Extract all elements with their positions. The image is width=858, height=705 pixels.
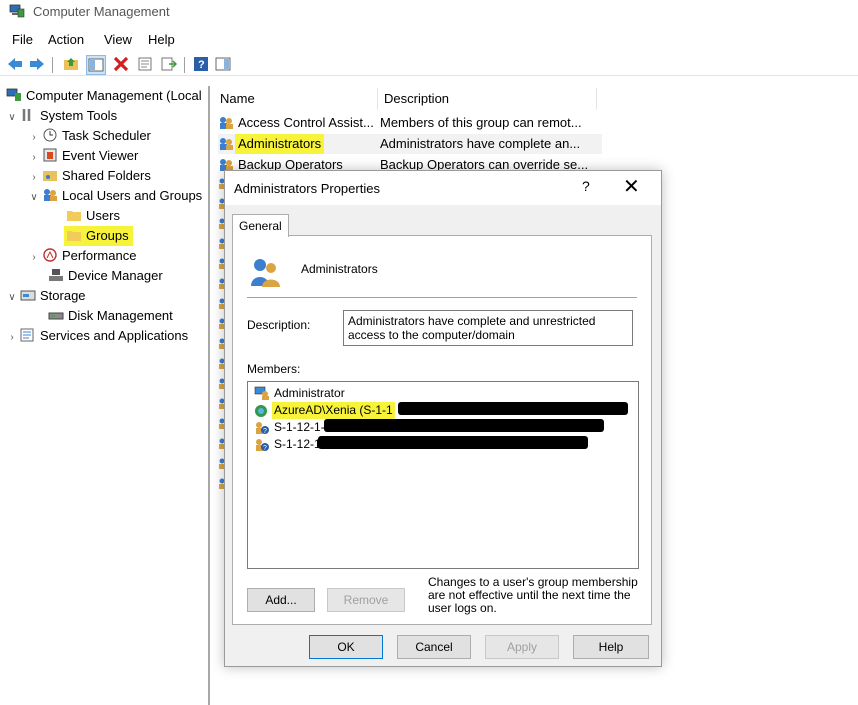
tree-item-groups[interactable]: Groups: [64, 226, 133, 246]
svg-text:?: ?: [198, 59, 205, 71]
tree-item-system-tools[interactable]: ∨ System Tools: [6, 106, 117, 126]
services-icon: [20, 328, 34, 342]
cancel-button[interactable]: Cancel: [397, 635, 471, 659]
group-icon: [220, 117, 233, 129]
azure-user-icon: [255, 405, 267, 417]
clock-icon: [43, 128, 57, 142]
remove-button[interactable]: Remove: [327, 588, 405, 612]
tree-item-computer-management[interactable]: Computer Management (Local: [4, 86, 202, 106]
computer-management-icon: [9, 4, 25, 18]
tree-item-users[interactable]: Users: [64, 206, 120, 226]
dialog-help-button[interactable]: ?: [582, 178, 590, 194]
menu-view[interactable]: View: [104, 32, 132, 47]
members-label: Members:: [247, 362, 301, 376]
svg-text:?: ?: [263, 445, 267, 452]
column-header-description[interactable]: Description: [384, 91, 449, 106]
device-manager-icon: [49, 269, 63, 281]
list-item-administrators[interactable]: Administrators Administrators have compl…: [218, 134, 602, 154]
menu-file[interactable]: File: [12, 32, 33, 47]
tree-item-device-manager[interactable]: Device Manager: [46, 266, 163, 286]
tree-item-shared-folders[interactable]: › Shared Folders: [28, 166, 151, 186]
chevron-right-icon[interactable]: ›: [6, 328, 18, 348]
pane-splitter[interactable]: [208, 86, 210, 705]
redaction-mark: [398, 402, 628, 415]
window-title-bar: Computer Management: [0, 0, 858, 24]
unknown-user-icon: ?: [256, 439, 269, 452]
help-button[interactable]: Help: [573, 635, 649, 659]
window-title: Computer Management: [33, 4, 170, 19]
properties-icon[interactable]: [136, 55, 154, 73]
menu-help[interactable]: Help: [148, 32, 175, 47]
tree-item-task-scheduler[interactable]: › Task Scheduler: [28, 126, 151, 146]
export-list-icon[interactable]: [160, 55, 178, 73]
tree-item-local-users-groups[interactable]: ∨ Local Users and Groups: [28, 186, 202, 206]
folder-icon: [67, 211, 81, 221]
column-header-name[interactable]: Name: [220, 91, 255, 106]
storage-icon: [20, 290, 36, 301]
tree-item-storage[interactable]: ∨ Storage: [6, 286, 85, 308]
list-item[interactable]: Access Control Assist... Members of this…: [218, 113, 602, 133]
members-list[interactable]: Administrator AzureAD\Xenia (S-1-1 ? S-1…: [247, 381, 639, 569]
chevron-down-icon[interactable]: ∨: [6, 288, 18, 308]
up-folder-icon[interactable]: [62, 55, 80, 73]
show-hide-tree-icon[interactable]: [86, 55, 106, 75]
performance-icon: [43, 248, 57, 262]
tree-item-event-viewer[interactable]: › Event Viewer: [28, 146, 138, 166]
forward-icon[interactable]: [28, 55, 46, 73]
general-tab-panel: Administrators Description: Administrato…: [232, 235, 652, 625]
action-pane-icon[interactable]: [214, 55, 232, 73]
chevron-right-icon[interactable]: ›: [28, 248, 40, 268]
chevron-right-icon[interactable]: ›: [28, 168, 40, 188]
chevron-down-icon[interactable]: ∨: [6, 108, 18, 128]
group-icon: [251, 259, 280, 287]
delete-icon[interactable]: [112, 55, 130, 73]
chevron-right-icon[interactable]: ›: [28, 128, 40, 148]
back-icon[interactable]: [6, 55, 24, 73]
menu-action[interactable]: Action: [48, 32, 84, 47]
redaction-mark: [324, 419, 604, 432]
svg-text:?: ?: [263, 428, 267, 435]
user-icon: [254, 386, 269, 400]
divider: [247, 297, 637, 298]
dialog-close-button[interactable]: ✕: [623, 174, 640, 199]
event-viewer-icon: [43, 148, 57, 162]
dialog-title-bar: Administrators Properties ? ✕: [225, 171, 661, 205]
chevron-right-icon[interactable]: ›: [28, 148, 40, 168]
membership-note: Changes to a user's group membership are…: [428, 575, 638, 615]
ok-button[interactable]: OK: [309, 635, 383, 659]
tools-icon: [22, 109, 31, 121]
chevron-down-icon[interactable]: ∨: [28, 188, 40, 208]
tab-general[interactable]: General: [232, 214, 289, 237]
console-tree: Computer Management (Local ∨ System Tools…: [0, 86, 210, 705]
tree-item-disk-management[interactable]: Disk Management: [46, 306, 173, 326]
help-icon[interactable]: ?: [192, 55, 210, 73]
description-label: Description:: [247, 318, 311, 332]
dialog-title: Administrators Properties: [234, 181, 380, 196]
redaction-mark: [318, 436, 588, 449]
tree-item-services-apps[interactable]: › Services and Applications: [6, 326, 188, 346]
group-icon: [220, 138, 233, 150]
computer-management-icon: [6, 88, 21, 101]
users-icon: [44, 189, 57, 201]
administrators-properties-dialog: Administrators Properties ? ✕ General Ad…: [224, 170, 662, 667]
tree-item-performance[interactable]: › Performance: [28, 246, 136, 266]
add-button[interactable]: Add...: [247, 588, 315, 612]
disk-icon: [48, 312, 64, 320]
folder-icon: [67, 231, 81, 241]
apply-button[interactable]: Apply: [485, 635, 559, 659]
unknown-user-icon: ?: [256, 422, 269, 435]
description-field[interactable]: Administrators have complete and unrestr…: [343, 310, 633, 346]
menu-bar: File Action View Help: [0, 30, 858, 50]
group-name: Administrators: [301, 262, 378, 276]
shared-folder-icon: [43, 171, 57, 181]
toolbar: ?: [0, 53, 858, 76]
